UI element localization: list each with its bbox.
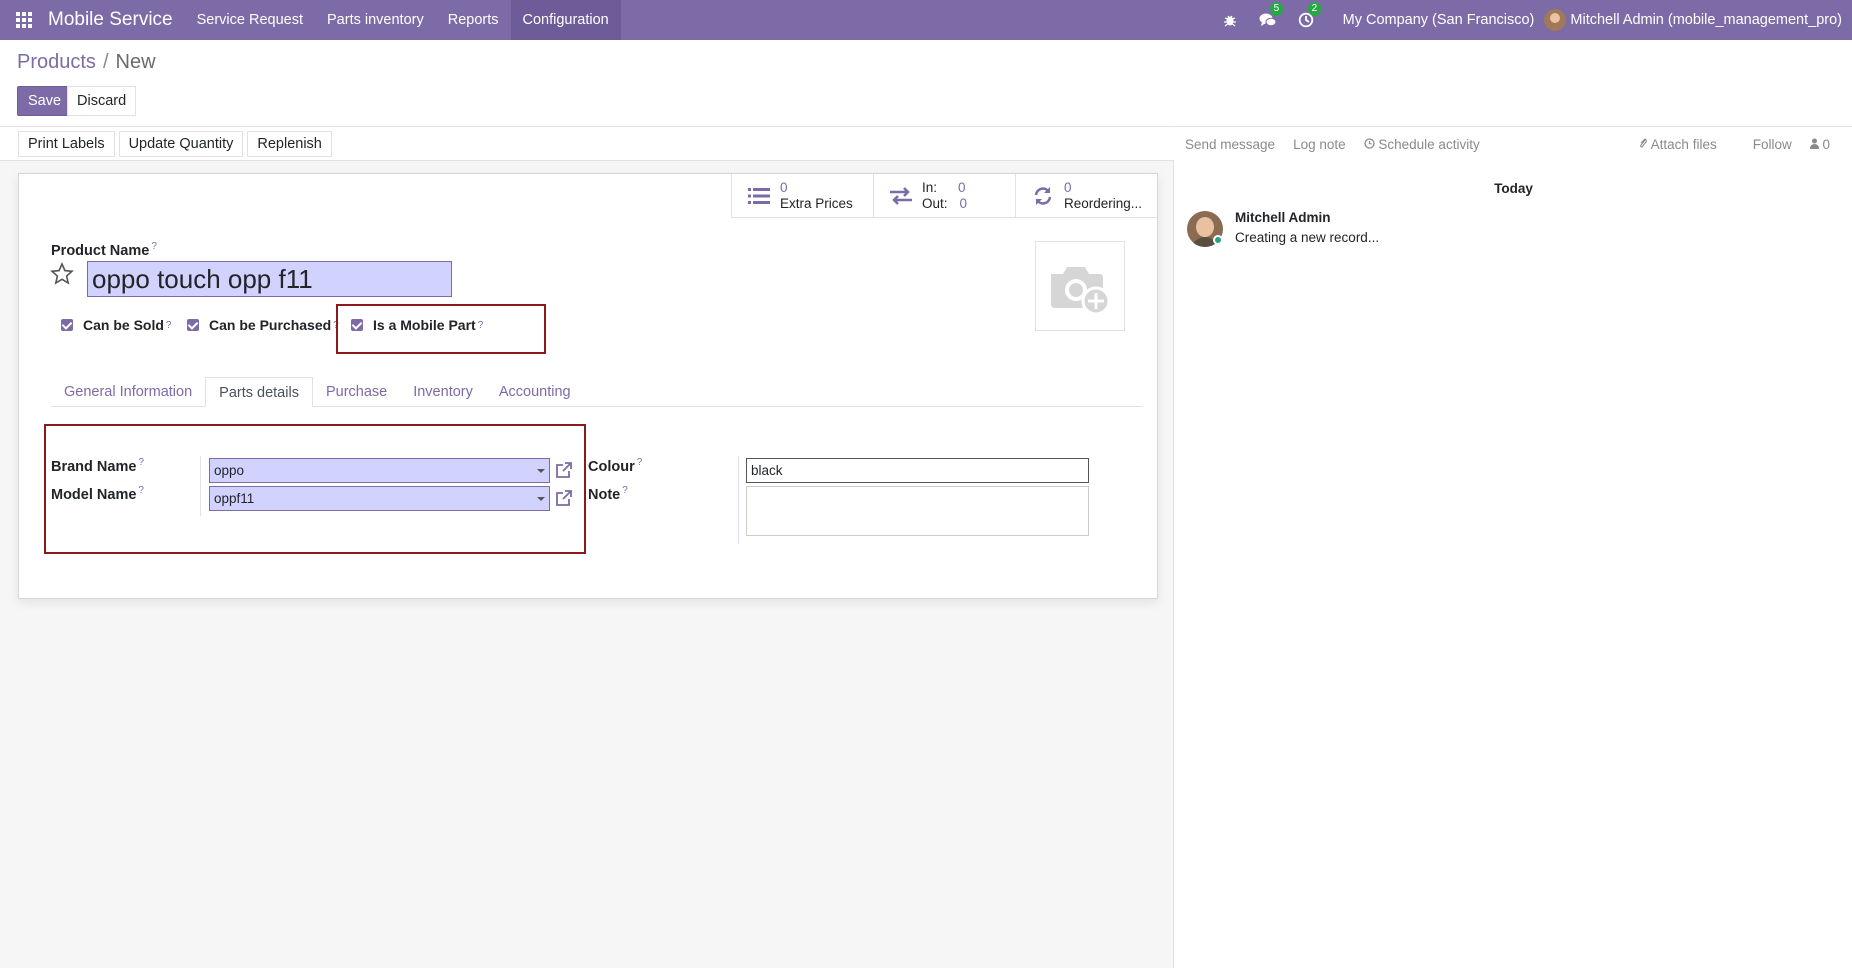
reordering-label: Reordering... — [1064, 196, 1143, 211]
extra-prices-button[interactable]: 0 Extra Prices — [731, 174, 873, 218]
note-label: Note? — [588, 485, 628, 503]
tab-general-information[interactable]: General Information — [51, 377, 205, 407]
breadcrumb-products[interactable]: Products — [17, 51, 96, 73]
bug-icon[interactable] — [1221, 11, 1239, 29]
user-icon — [1809, 138, 1819, 149]
form-view: Print Labels Update Quantity Replenish 0… — [0, 126, 1174, 968]
online-status-icon — [1213, 235, 1223, 245]
activities-badge: 2 — [1307, 2, 1322, 16]
reordering-button[interactable]: 0 Reordering... — [1015, 174, 1157, 218]
user-name: Mitchell Admin (mobile_management_pro) — [1570, 12, 1842, 28]
log-note-button[interactable]: Log note — [1293, 137, 1346, 152]
can-be-purchased-checkbox[interactable]: Can be Purchased? — [187, 317, 339, 333]
extra-prices-count: 0 — [780, 180, 788, 195]
form-tabs: General Information Parts details Purcha… — [51, 377, 1143, 407]
messages-icon[interactable]: 5 — [1259, 2, 1284, 29]
chatter-panel: Send message Log note Schedule activity … — [1175, 126, 1852, 968]
model-name-label: Model Name? — [51, 485, 144, 503]
save-button[interactable]: Save — [17, 86, 73, 116]
replenish-button[interactable]: Replenish — [247, 130, 332, 157]
out-label: Out: — [922, 196, 948, 211]
clock-icon — [1363, 137, 1375, 149]
reordering-count: 0 — [1064, 180, 1072, 195]
product-name-label: Product Name? — [51, 241, 157, 259]
colour-label: Colour? — [588, 457, 643, 475]
app-name[interactable]: Mobile Service — [48, 9, 173, 31]
chatter-actions: Attach files Follow 0 — [1638, 127, 1852, 161]
breadcrumb-current: New — [115, 51, 156, 73]
list-icon — [746, 185, 772, 207]
menu-parts-inventory[interactable]: Parts inventory — [315, 0, 436, 40]
update-quantity-button[interactable]: Update Quantity — [118, 130, 244, 157]
breadcrumb-separator: / — [102, 51, 109, 73]
is-mobile-part-checkbox[interactable]: Is a Mobile Part? — [351, 317, 483, 333]
messages-badge: 5 — [1269, 2, 1284, 16]
paperclip-icon — [1639, 137, 1647, 148]
date-separator: Today — [1494, 181, 1533, 196]
smart-button-box: 0 Extra Prices In: 0 Out: 0 0 Reordering… — [731, 174, 1157, 218]
company-switcher[interactable]: My Company (San Francisco) — [1343, 12, 1535, 28]
followers-button[interactable]: 0 — [1809, 137, 1848, 152]
activities-icon[interactable]: 2 — [1297, 2, 1322, 29]
form-statusbar: Print Labels Update Quantity Replenish — [0, 127, 1174, 161]
top-navbar: Mobile Service Service Request Parts inv… — [0, 0, 1852, 40]
user-menu[interactable]: Mitchell Admin (mobile_management_pro) — [1544, 9, 1842, 31]
menu-service-request[interactable]: Service Request — [185, 0, 315, 40]
refresh-icon — [1030, 185, 1056, 207]
app-menu-icon[interactable] — [0, 0, 48, 40]
exchange-icon — [888, 185, 914, 207]
print-labels-button[interactable]: Print Labels — [18, 130, 115, 157]
breadcrumb: Products / New — [17, 51, 156, 74]
message-author[interactable]: Mitchell Admin — [1235, 210, 1331, 225]
main-menu: Service Request Parts inventory Reports … — [185, 0, 621, 40]
in-value: 0 — [958, 180, 966, 195]
product-name-input[interactable]: oppo touch opp f11 — [87, 261, 452, 297]
message-body: Creating a new record... — [1235, 230, 1380, 245]
follow-button[interactable]: Follow — [1753, 137, 1792, 152]
extra-prices-label: Extra Prices — [780, 196, 853, 211]
menu-configuration[interactable]: Configuration — [510, 0, 621, 40]
tab-purchase[interactable]: Purchase — [313, 377, 400, 407]
attach-files-button[interactable]: Attach files — [1638, 137, 1735, 152]
favorite-star-icon[interactable] — [50, 262, 74, 291]
tab-inventory[interactable]: Inventory — [400, 377, 486, 407]
brand-name-label: Brand Name? — [51, 457, 144, 475]
brand-name-select[interactable]: oppo — [209, 458, 550, 483]
external-link-icon[interactable] — [555, 489, 573, 512]
colour-input[interactable]: black — [746, 458, 1089, 483]
tab-accounting[interactable]: Accounting — [486, 377, 584, 407]
tab-parts-details[interactable]: Parts details — [205, 377, 313, 407]
note-textarea[interactable] — [746, 486, 1089, 536]
separator — [738, 456, 739, 544]
discard-button[interactable]: Discard — [67, 86, 137, 116]
product-image-upload[interactable] — [1035, 241, 1125, 331]
schedule-activity-button[interactable]: Schedule activity — [1363, 137, 1480, 152]
model-name-select[interactable]: oppf11 — [209, 486, 550, 511]
camera-plus-icon — [1051, 267, 1111, 316]
separator — [200, 456, 201, 516]
in-label: In: — [922, 180, 938, 195]
systray: 5 2 My Company (San Francisco) Mitchell … — [1211, 0, 1852, 40]
user-avatar — [1544, 9, 1567, 31]
can-be-sold-checkbox[interactable]: Can be Sold? — [61, 317, 171, 333]
form-sheet: 0 Extra Prices In: 0 Out: 0 0 Reordering… — [18, 173, 1158, 599]
out-value: 0 — [959, 196, 968, 211]
menu-reports[interactable]: Reports — [436, 0, 511, 40]
external-link-icon[interactable] — [555, 461, 573, 484]
send-message-button[interactable]: Send message — [1185, 137, 1275, 152]
in-out-button[interactable]: In: 0 Out: 0 — [873, 174, 1015, 218]
